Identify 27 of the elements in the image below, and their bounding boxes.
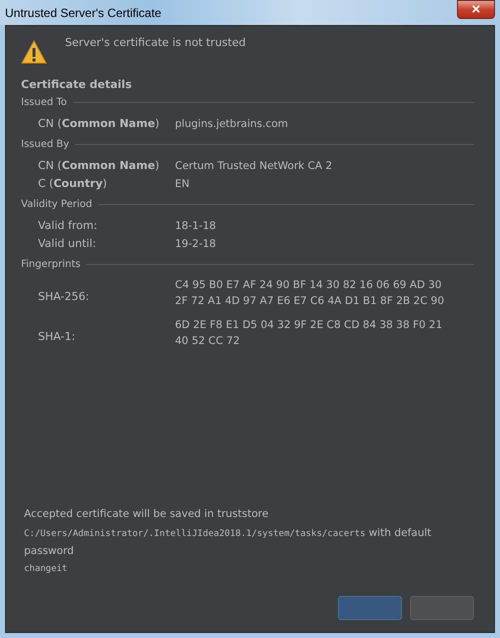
dialog-button[interactable]: [410, 596, 474, 620]
field-value: 18-1-18: [175, 219, 217, 234]
field-label: C (Country): [38, 176, 108, 192]
dialog-button[interactable]: [338, 596, 402, 620]
details-title: Certificate details: [21, 78, 133, 91]
field-label: Valid until:: [38, 236, 98, 252]
field-value: EN: [175, 177, 190, 192]
truststore-path-text: C:/Users/Administrator/.IntelliJIdea2018.1/system/tasks/cacerts with default password changeit: [24, 526, 432, 576]
warning-icon: [21, 40, 47, 64]
field-label: CN (Common Name): [38, 116, 160, 132]
window-title: Untrusted Server's Certificate: [5, 6, 162, 20]
section-heading: Issued To: [21, 97, 67, 108]
close-button[interactable]: ×: [457, 0, 495, 19]
field-label: Valid from:: [38, 218, 98, 234]
field-label: CN (Common Name): [38, 158, 160, 174]
section-heading: Issued By: [21, 139, 70, 150]
warning-message: Server's certificate is not trusted: [65, 36, 246, 49]
section-heading: Fingerprints: [21, 259, 80, 270]
field-value: 6D 2E F8 E1 D5 04 32 9F 2E C8 CD 84 38 38 F0 21 40 52 CC 72: [175, 318, 444, 349]
field-value: 19-2-18: [175, 237, 217, 252]
section-heading: Validity Period: [21, 199, 92, 210]
truststore-note: Accepted certificate will be saved in truststore: [24, 508, 270, 520]
field-value: C4 95 B0 E7 AF 24 90 BF 14 30 82 16 06 69 AD 30 2F 72 A1 4D 97 A7 E6 E7 C6 4A D1 B1 8F 2B 2C 90: [175, 278, 446, 309]
field-label: SHA-256:: [38, 289, 90, 305]
field-value: plugins.jetbrains.com: [175, 117, 289, 132]
field-value: Certum Trusted NetWork CA 2: [175, 159, 334, 174]
field-label: SHA-1:: [38, 329, 76, 345]
